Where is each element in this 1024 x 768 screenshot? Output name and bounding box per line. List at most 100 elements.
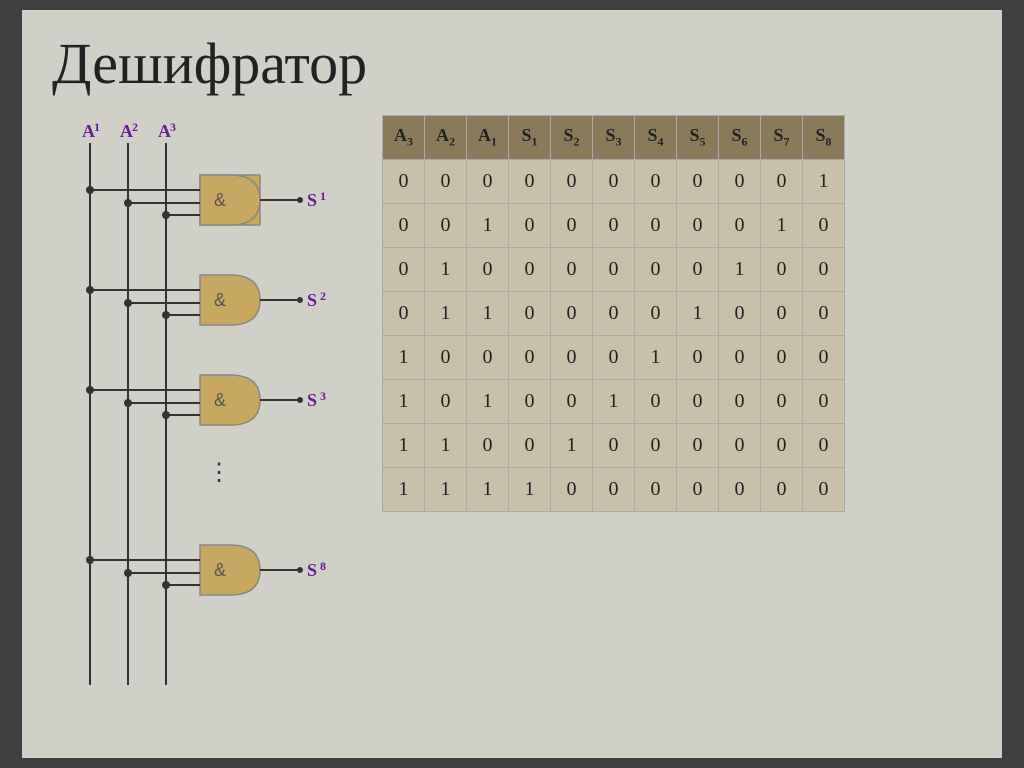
header-s5: S5 xyxy=(677,116,719,160)
table-cell: 1 xyxy=(383,336,425,380)
header-s1: S1 xyxy=(509,116,551,160)
table-cell: 0 xyxy=(719,336,761,380)
table-cell: 0 xyxy=(803,292,845,336)
table-cell: 0 xyxy=(677,468,719,512)
table-cell: 0 xyxy=(635,468,677,512)
table-cell: 0 xyxy=(635,248,677,292)
table-cell: 0 xyxy=(677,160,719,204)
table-cell: 0 xyxy=(761,424,803,468)
svg-text:2: 2 xyxy=(132,120,138,134)
header-s2: S2 xyxy=(551,116,593,160)
circuit-diagram: A 1 A 2 A 3 & xyxy=(52,115,362,695)
table-cell: 0 xyxy=(593,248,635,292)
table-cell: 1 xyxy=(635,336,677,380)
table-cell: 0 xyxy=(383,160,425,204)
table-cell: 0 xyxy=(509,424,551,468)
header-s6: S6 xyxy=(719,116,761,160)
table-cell: 0 xyxy=(509,336,551,380)
table-row: 00100000010 xyxy=(383,204,845,248)
table-cell: 0 xyxy=(593,468,635,512)
table-cell: 0 xyxy=(761,248,803,292)
table-cell: 1 xyxy=(383,468,425,512)
table-cell: 0 xyxy=(467,336,509,380)
table-cell: 0 xyxy=(593,160,635,204)
table-row: 10000010000 xyxy=(383,336,845,380)
svg-text:1: 1 xyxy=(320,189,326,203)
table-cell: 0 xyxy=(803,424,845,468)
svg-text:3: 3 xyxy=(170,120,176,134)
svg-text:&: & xyxy=(214,390,226,410)
table-cell: 0 xyxy=(383,292,425,336)
table-cell: 0 xyxy=(551,336,593,380)
table-row: 01100001000 xyxy=(383,292,845,336)
svg-text:1: 1 xyxy=(94,120,100,134)
table-cell: 0 xyxy=(719,380,761,424)
table-row: 00000000001 xyxy=(383,160,845,204)
table-cell: 1 xyxy=(509,468,551,512)
header-s7: S7 xyxy=(761,116,803,160)
table-row: 01000000100 xyxy=(383,248,845,292)
svg-text:3: 3 xyxy=(320,389,326,403)
table-cell: 0 xyxy=(677,424,719,468)
table-row: 10100100000 xyxy=(383,380,845,424)
table-cell: 1 xyxy=(761,204,803,248)
svg-text:&: & xyxy=(214,560,226,580)
table-cell: 0 xyxy=(509,160,551,204)
header-a3: A3 xyxy=(383,116,425,160)
svg-text:8: 8 xyxy=(320,559,326,573)
svg-text:S: S xyxy=(307,290,317,310)
svg-text:S: S xyxy=(307,390,317,410)
table-cell: 0 xyxy=(593,424,635,468)
table-cell: 0 xyxy=(551,160,593,204)
table-cell: 0 xyxy=(803,204,845,248)
table-cell: 0 xyxy=(593,336,635,380)
table-cell: 0 xyxy=(425,160,467,204)
table-cell: 1 xyxy=(383,424,425,468)
table-row: 11110000000 xyxy=(383,468,845,512)
table-header-row: A3 A2 A1 S1 S2 S3 S4 S5 S6 S7 S8 xyxy=(383,116,845,160)
table-cell: 1 xyxy=(467,380,509,424)
table-cell: 0 xyxy=(383,248,425,292)
table-cell: 0 xyxy=(551,468,593,512)
header-s8: S8 xyxy=(803,116,845,160)
table-cell: 1 xyxy=(551,424,593,468)
table-cell: 0 xyxy=(551,292,593,336)
table-cell: 0 xyxy=(425,204,467,248)
table-cell: 0 xyxy=(509,204,551,248)
table-cell: 0 xyxy=(719,468,761,512)
table-cell: 0 xyxy=(509,248,551,292)
header-a1: A1 xyxy=(467,116,509,160)
truth-table: A3 A2 A1 S1 S2 S3 S4 S5 S6 S7 S8 0000000… xyxy=(382,115,845,512)
table-cell: 0 xyxy=(761,336,803,380)
table-cell: 1 xyxy=(425,248,467,292)
table-cell: 0 xyxy=(719,160,761,204)
page-title: Дешифратор xyxy=(52,30,972,97)
table-cell: 0 xyxy=(551,204,593,248)
table-cell: 0 xyxy=(635,380,677,424)
table-cell: 0 xyxy=(635,204,677,248)
table-cell: 0 xyxy=(509,292,551,336)
table-cell: 0 xyxy=(761,160,803,204)
table-cell: 0 xyxy=(425,380,467,424)
table-cell: 0 xyxy=(635,424,677,468)
table-cell: 0 xyxy=(551,248,593,292)
table-cell: 1 xyxy=(425,292,467,336)
table-cell: 0 xyxy=(467,424,509,468)
table-cell: 0 xyxy=(383,204,425,248)
table-cell: 0 xyxy=(719,424,761,468)
table-cell: 0 xyxy=(761,468,803,512)
header-a2: A2 xyxy=(425,116,467,160)
table-cell: 0 xyxy=(803,468,845,512)
table-cell: 1 xyxy=(593,380,635,424)
table-cell: 1 xyxy=(677,292,719,336)
table-cell: 0 xyxy=(635,292,677,336)
table-cell: 0 xyxy=(635,160,677,204)
table-cell: 0 xyxy=(803,336,845,380)
table-cell: 1 xyxy=(425,424,467,468)
table-row: 11001000000 xyxy=(383,424,845,468)
truth-table-container: A3 A2 A1 S1 S2 S3 S4 S5 S6 S7 S8 0000000… xyxy=(382,115,845,512)
table-cell: 0 xyxy=(677,204,719,248)
table-cell: 0 xyxy=(467,248,509,292)
table-cell: 0 xyxy=(509,380,551,424)
table-cell: 0 xyxy=(467,160,509,204)
